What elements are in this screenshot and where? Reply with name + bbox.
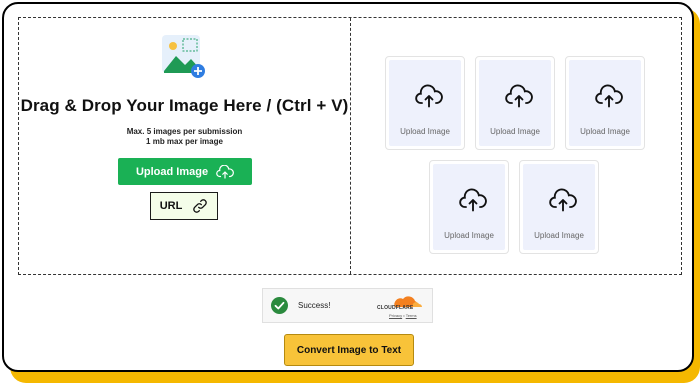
dropzone-title: Drag & Drop Your Image Here / (Ctrl + V) — [20, 96, 349, 115]
dropzone-divider — [350, 18, 351, 274]
cloud-upload-icon — [595, 84, 623, 108]
image-slot-3[interactable]: Upload Image — [565, 56, 645, 150]
slot-label: Upload Image — [400, 127, 450, 136]
image-slot-2[interactable]: Upload Image — [475, 56, 555, 150]
image-size-limit: 1 mb max per image — [146, 137, 223, 146]
convert-image-button[interactable]: Convert Image to Text — [284, 334, 414, 366]
upload-image-button[interactable]: Upload Image — [118, 158, 252, 185]
drop-area[interactable]: Drag & Drop Your Image Here / (Ctrl + V)… — [19, 18, 350, 274]
captcha-links: Privacy • Terms — [389, 313, 417, 318]
dropzone[interactable]: Drag & Drop Your Image Here / (Ctrl + V)… — [18, 17, 682, 275]
cloud-upload-icon — [415, 84, 443, 108]
privacy-link[interactable]: Privacy — [389, 313, 402, 318]
image-upload-icon — [162, 35, 205, 78]
slot-label: Upload Image — [444, 231, 494, 240]
url-button-label: URL — [159, 200, 183, 212]
slot-label: Upload Image — [490, 127, 540, 136]
url-button[interactable]: URL — [150, 192, 218, 220]
upload-button-label: Upload Image — [135, 165, 209, 178]
captcha-status: Success! — [298, 301, 331, 310]
cloud-upload-icon — [216, 164, 234, 179]
image-slot-4[interactable]: Upload Image — [429, 160, 509, 254]
converter-card: Drag & Drop Your Image Here / (Ctrl + V)… — [2, 2, 694, 372]
link-icon — [193, 199, 208, 213]
terms-link[interactable]: Terms — [406, 313, 417, 318]
cloud-upload-icon — [505, 84, 533, 108]
image-slot-1[interactable]: Upload Image — [385, 56, 465, 150]
cloudflare-brand: CLOUDFLARE — [377, 305, 414, 311]
captcha-widget[interactable]: Success! CLOUDFLARE Privacy • Terms — [262, 288, 433, 323]
check-icon — [271, 297, 288, 314]
image-count-limit: Max. 5 images per submission — [126, 127, 243, 136]
cloud-upload-icon — [459, 188, 487, 212]
image-slot-5[interactable]: Upload Image — [519, 160, 599, 254]
link-separator: • — [403, 313, 405, 318]
slot-label: Upload Image — [580, 127, 630, 136]
slot-label: Upload Image — [534, 231, 584, 240]
cloud-upload-icon — [549, 188, 577, 212]
